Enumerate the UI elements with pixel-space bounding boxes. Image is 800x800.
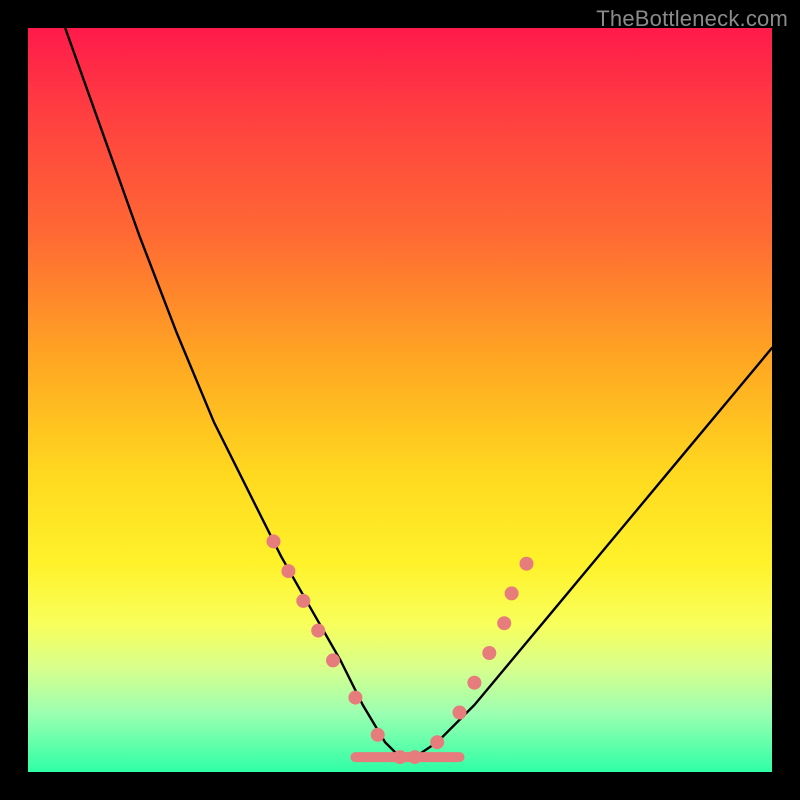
marker-dot — [482, 646, 496, 660]
marker-dot — [497, 616, 511, 630]
marker-dot — [267, 534, 281, 548]
highlight-points — [267, 534, 534, 764]
bottleneck-curve — [65, 28, 772, 757]
marker-dot — [393, 750, 407, 764]
marker-dot — [326, 653, 340, 667]
marker-dot — [453, 706, 467, 720]
marker-dot — [408, 750, 422, 764]
marker-dot — [311, 624, 325, 638]
marker-dot — [348, 691, 362, 705]
chart-area — [28, 28, 772, 772]
bottleneck-plot — [28, 28, 772, 772]
marker-dot — [371, 728, 385, 742]
watermark-text: TheBottleneck.com — [596, 6, 788, 32]
marker-dot — [467, 676, 481, 690]
marker-dot — [296, 594, 310, 608]
marker-dot — [520, 557, 534, 571]
marker-dot — [430, 735, 444, 749]
marker-dot — [281, 564, 295, 578]
marker-dot — [505, 586, 519, 600]
